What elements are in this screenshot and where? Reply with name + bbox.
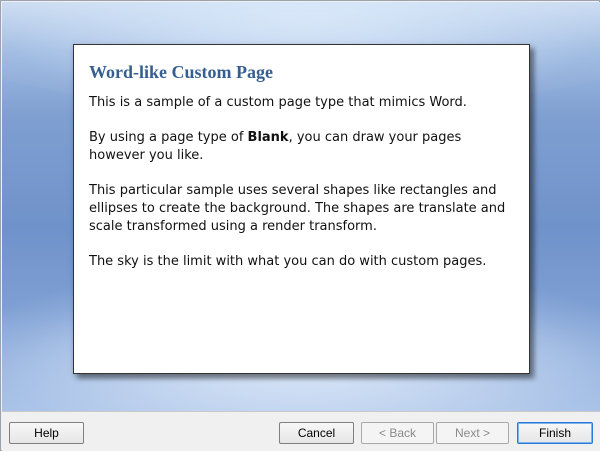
cancel-button-label: Cancel: [297, 426, 336, 440]
paragraph-2: By using a page type of Blank, you can d…: [89, 129, 519, 165]
finish-button[interactable]: Finish: [517, 422, 593, 444]
paragraph-4: The sky is the limit with what you can d…: [89, 254, 487, 269]
paragraph-3: This particular sample uses several shap…: [89, 183, 506, 234]
page-content: Word-like Custom Page This is a sample o…: [89, 60, 519, 288]
help-button[interactable]: Help: [9, 422, 84, 444]
cancel-button[interactable]: Cancel: [279, 422, 354, 444]
back-button-label: < Back: [378, 426, 417, 440]
wizard-window: Word-like Custom Page This is a sample o…: [0, 0, 600, 451]
paragraph-2-bold: Blank: [247, 130, 289, 145]
custom-page-background: Word-like Custom Page This is a sample o…: [2, 2, 600, 411]
back-button[interactable]: < Back: [361, 422, 434, 444]
next-button[interactable]: Next >: [436, 422, 509, 444]
paragraph-1: This is a sample of a custom page type t…: [89, 95, 467, 110]
page-title: Word-like Custom Page: [89, 62, 273, 82]
next-button-label: Next >: [454, 426, 490, 440]
finish-button-label: Finish: [538, 426, 571, 440]
paragraph-2-prefix: By using a page type of: [89, 130, 248, 145]
word-page: Word-like Custom Page This is a sample o…: [73, 44, 530, 374]
help-button-label: Help: [34, 426, 59, 440]
